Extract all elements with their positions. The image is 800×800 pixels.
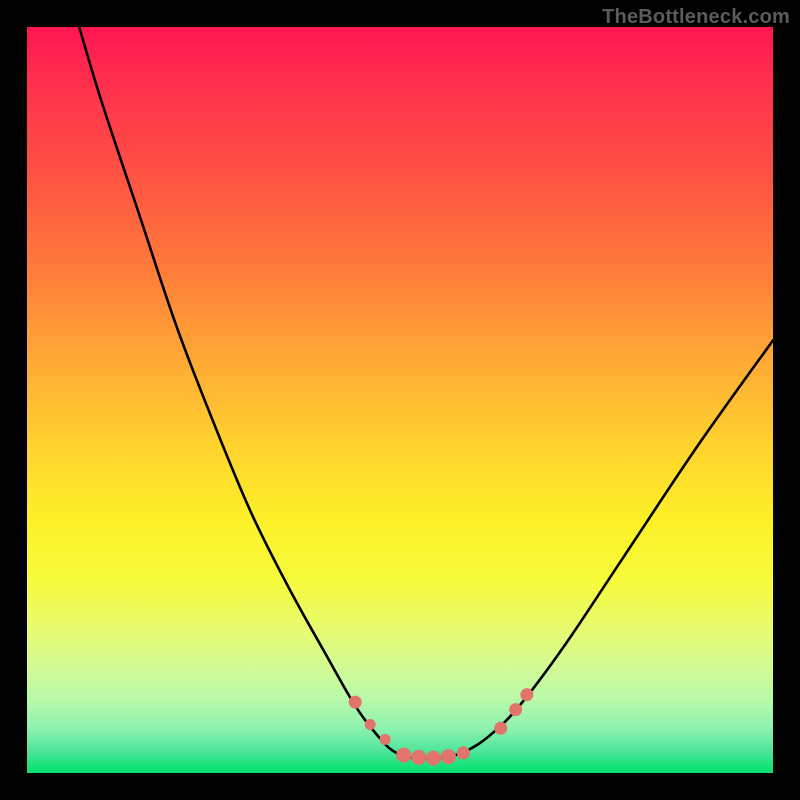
curve-marker xyxy=(427,751,441,765)
curve-marker xyxy=(397,748,411,762)
curve-markers xyxy=(349,689,533,765)
curve-marker xyxy=(495,722,507,734)
curve-marker xyxy=(521,689,533,701)
curve-marker xyxy=(380,734,390,744)
curve-marker xyxy=(510,704,522,716)
bottleneck-curve xyxy=(79,27,773,758)
curve-marker xyxy=(457,747,469,759)
chart-svg xyxy=(27,27,773,773)
curve-marker xyxy=(365,720,375,730)
chart-frame: TheBottleneck.com xyxy=(0,0,800,800)
watermark-text: TheBottleneck.com xyxy=(602,6,790,29)
curve-marker xyxy=(441,750,455,764)
curve-marker xyxy=(412,750,426,764)
curve-marker xyxy=(349,696,361,708)
